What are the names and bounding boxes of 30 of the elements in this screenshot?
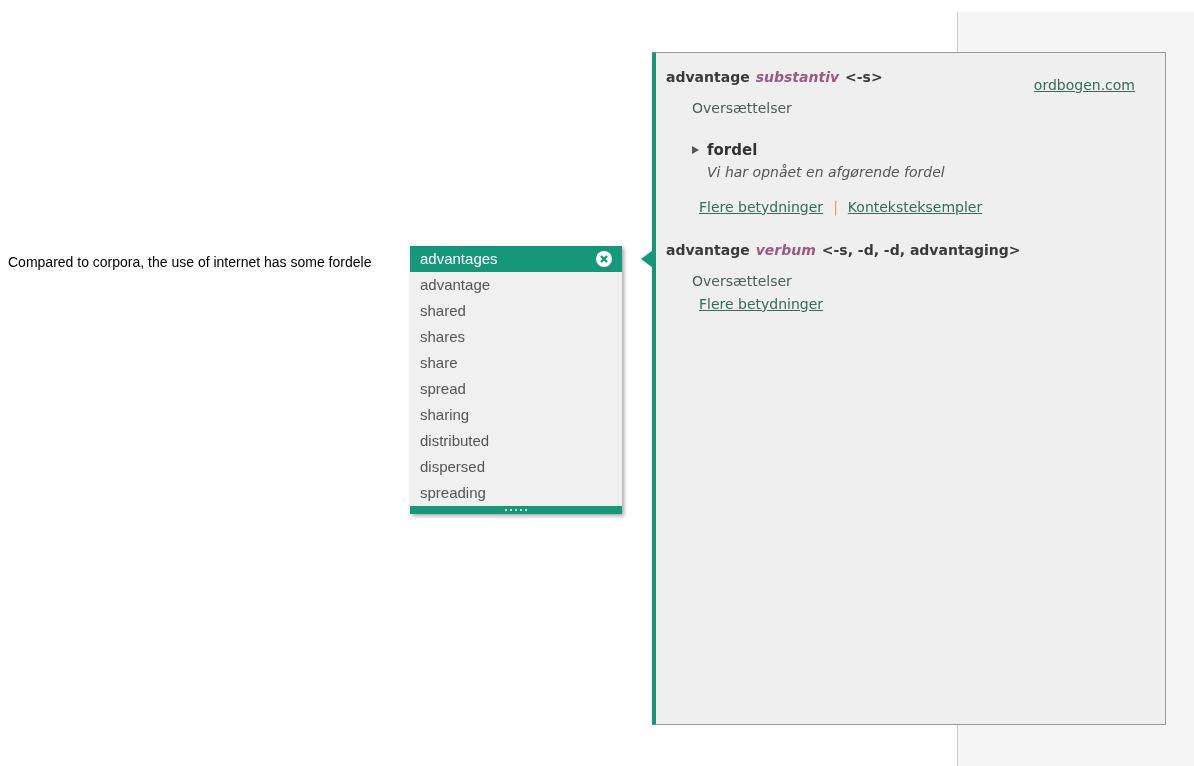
- suggestion-item[interactable]: shares: [410, 324, 622, 350]
- headword: advantage: [666, 68, 750, 87]
- part-of-speech: substantiv: [755, 68, 840, 87]
- source-link[interactable]: ordbogen.com: [1033, 77, 1135, 93]
- translation-word: fordel: [707, 140, 758, 161]
- suggestion-item[interactable]: advantages: [410, 246, 622, 272]
- part-of-speech: verbum: [755, 240, 816, 260]
- resize-grip[interactable]: [410, 506, 622, 514]
- document-sentence: Compared to corpora, the use of internet has some fordele: [8, 254, 372, 270]
- suggestion-item[interactable]: distributed: [410, 428, 622, 454]
- link-separator: |: [833, 197, 838, 218]
- suggestion-item[interactable]: spread: [410, 376, 622, 402]
- inflection-forms: <-s, -d, -d, advantaging>: [821, 240, 1021, 260]
- section-heading: Oversættelser: [692, 99, 792, 118]
- suggestion-item[interactable]: spreading: [410, 480, 622, 506]
- suggestion-item[interactable]: share: [410, 350, 622, 376]
- entry-link[interactable]: Flere betydninger: [699, 293, 824, 315]
- inflection-forms: <-s>: [845, 68, 883, 87]
- example-sentence: Vi har opnået en afgørende fordel: [707, 162, 946, 182]
- suggestion-item[interactable]: shared: [410, 298, 622, 324]
- section-heading: Oversættelser: [692, 271, 792, 291]
- grip-dots-icon[interactable]: [504, 508, 528, 512]
- triangle-icon[interactable]: [692, 146, 699, 155]
- entry-link[interactable]: Konteksteksempler: [847, 196, 983, 218]
- suggestion-item[interactable]: sharing: [410, 402, 622, 428]
- close-icon[interactable]: [596, 251, 612, 267]
- suggestion-item[interactable]: dispersed: [410, 454, 622, 480]
- suggestion-item[interactable]: advantage: [410, 272, 622, 298]
- entry-link[interactable]: Flere betydninger: [699, 196, 824, 218]
- headword: advantage: [666, 240, 750, 260]
